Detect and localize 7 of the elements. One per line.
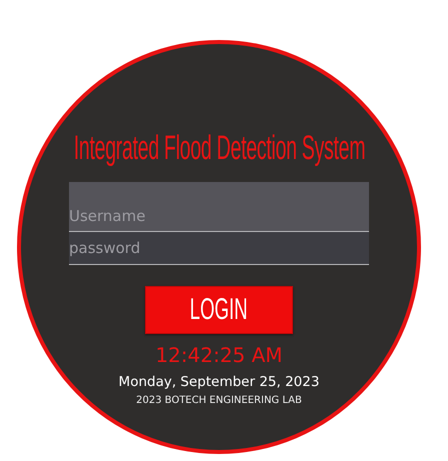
clock-time: 12:42:25 AM — [155, 342, 283, 368]
date-text: Monday, September 25, 2023 — [118, 373, 320, 391]
password-field[interactable]: password — [69, 232, 369, 265]
footer-text: 2023 BOTECH ENGINEERING LAB — [136, 394, 302, 408]
login-button[interactable]: LOGIN — [145, 286, 293, 334]
username-field[interactable]: Username — [69, 182, 369, 232]
app-title: Integrated Flood Detection System — [73, 128, 365, 168]
